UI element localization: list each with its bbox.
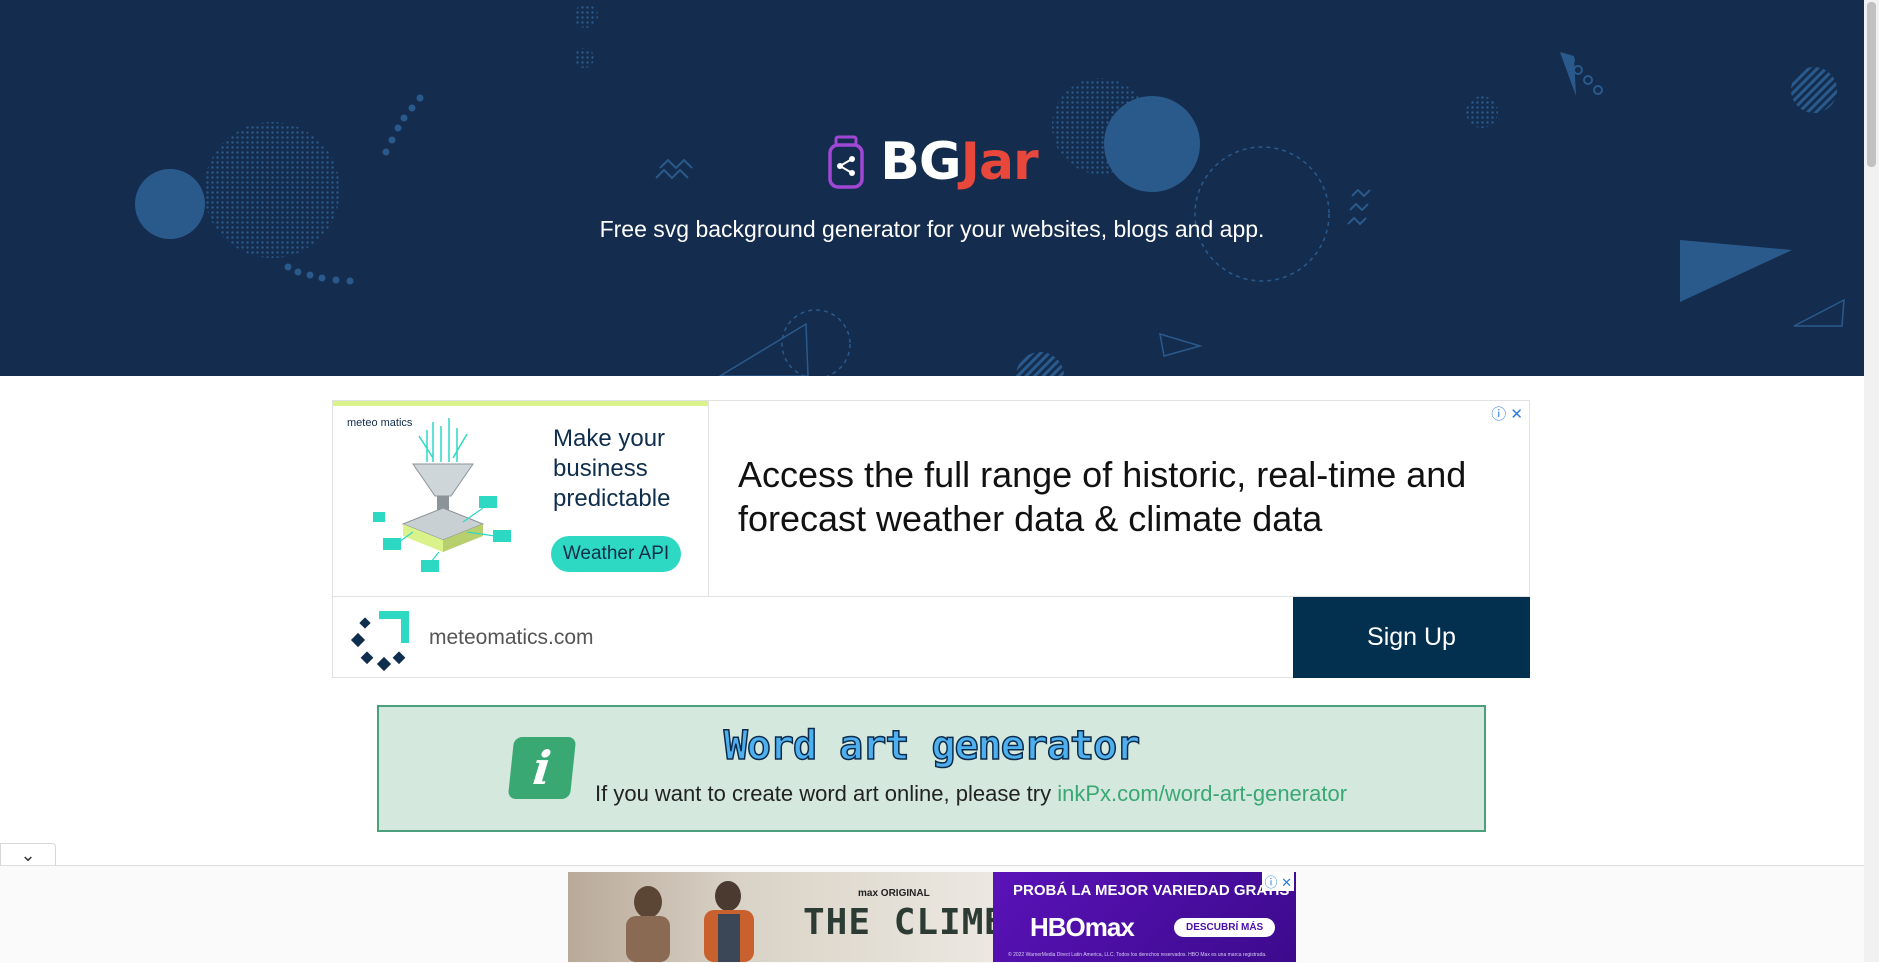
word-art-link[interactable]: inkPx.com/word-art-generator — [1057, 781, 1347, 806]
ad-divider — [708, 401, 709, 596]
promo-text-body: If you want to create word art online, p… — [595, 781, 1058, 806]
descubri-mas-button[interactable]: DESCUBRÍ MÁS — [1174, 918, 1276, 937]
ad-choices-icon-bottom[interactable]: ⓘ ✕ — [1262, 872, 1294, 891]
jar-icon — [828, 135, 865, 189]
show-title: THE CLIMB — [803, 902, 1008, 943]
brand-name-part2: Jar — [960, 132, 1039, 192]
hbomax-logo: HBOmax — [1030, 912, 1135, 942]
brand-name-part1: BG — [880, 132, 961, 192]
meteomatics-logo-icon — [350, 611, 409, 672]
brand-name: BGJar — [880, 132, 1039, 192]
chevron-down-icon: ⌄ — [20, 845, 36, 865]
max-original-label: max ORIGINAL — [858, 888, 930, 899]
advertisement-bottom[interactable]: max ORIGINAL THE CLIMB PROBÁ LA MEJOR VA… — [568, 872, 1296, 962]
ad-fine-print: © 2022 WarnerMedia Direct Latin America,… — [1008, 952, 1267, 958]
scrollbar-thumb[interactable] — [1867, 2, 1876, 167]
tagline: Free svg background generator for your w… — [599, 216, 1265, 242]
ad-choices-icon[interactable]: ⓘ ✕ — [1491, 403, 1523, 424]
brand-logo[interactable]: BGJar — [0, 132, 1864, 192]
ad-image[interactable]: meteo matics Make your business predicta… — [333, 401, 708, 596]
data-funnel-illustration — [373, 418, 511, 572]
hero-banner: BGJar Free svg background generator for … — [0, 0, 1864, 376]
ad-image-text: Make your business predictable — [553, 425, 671, 512]
advertisement-top[interactable]: meteo matics Make your business predicta… — [332, 400, 1530, 678]
page-scrollbar[interactable] — [1864, 0, 1879, 962]
ad-headline[interactable]: Access the full range of historic, real-… — [738, 453, 1498, 541]
word-art-promo: i Word art generator If you want to crea… — [377, 705, 1486, 832]
climbers-illustration — [626, 881, 754, 962]
weather-api-button[interactable]: Weather API — [551, 536, 681, 572]
promo-title: Word art generator — [723, 722, 1141, 770]
sign-up-button[interactable]: Sign Up — [1293, 597, 1530, 678]
ad-bottom-headline: PROBÁ LA MEJOR VARIEDAD GRATIS — [1013, 882, 1290, 899]
ad-domain[interactable]: meteomatics.com — [429, 626, 594, 650]
promo-text: If you want to create word art online, p… — [595, 781, 1347, 807]
collapse-ad-button[interactable]: ⌄ — [0, 843, 56, 865]
